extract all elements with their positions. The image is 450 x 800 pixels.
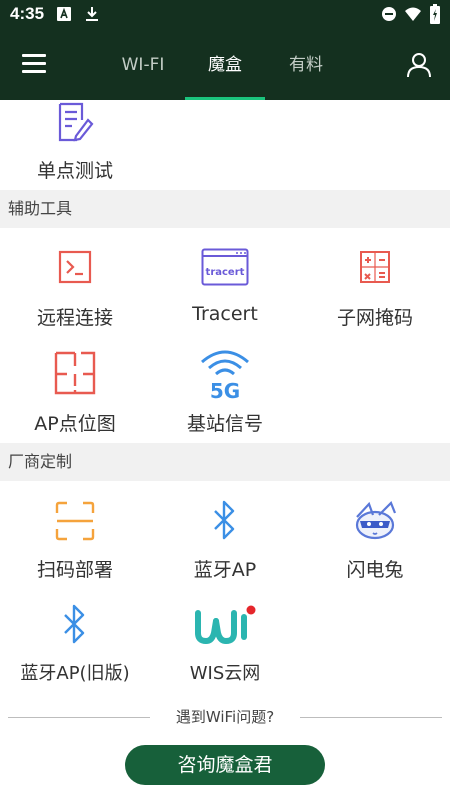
divider-right [300, 717, 442, 718]
tool-label: Tracert [192, 303, 258, 325]
tool-ap-floor-plan[interactable]: AP点位图 [0, 332, 150, 436]
tool-subnet-mask[interactable]: 子网掩码 [300, 228, 450, 332]
battery-charging-icon [430, 4, 440, 24]
menu-button[interactable] [22, 54, 48, 74]
tab-wifi[interactable]: WI-FI [110, 30, 176, 100]
download-icon [86, 7, 98, 21]
wis-logo-icon [195, 605, 256, 645]
tab-youliao[interactable]: 有料 [275, 30, 337, 100]
tab-youliao-label: 有料 [289, 55, 323, 75]
app-bar: WI-FI 魔盒 有料 [0, 30, 450, 100]
tool-label: AP点位图 [34, 413, 116, 435]
tool-tracert[interactable]: tracert Tracert [150, 228, 300, 332]
tool-label: 扫码部署 [36, 559, 113, 581]
consult-button[interactable]: 咨询魔盒君 [125, 745, 325, 785]
tool-wis-cloud[interactable]: WIS云网 [150, 585, 300, 689]
floor-plan-icon [54, 351, 96, 395]
5g-signal-icon: 5G [201, 350, 249, 402]
5g-icon-text: 5G [210, 379, 240, 402]
help-footer: 遇到WiFi问题? 咨询魔盒君 [0, 690, 450, 800]
tool-label: 蓝牙AP(旧版) [20, 663, 130, 684]
status-bar: 4:35 [0, 0, 450, 30]
tool-label: 蓝牙AP [193, 559, 257, 581]
tool-lightning-rabbit[interactable]: 闪电兔 [300, 481, 450, 585]
tool-label: 远程连接 [36, 307, 113, 329]
document-edit-icon [58, 102, 94, 142]
tool-label: WIS云网 [189, 663, 261, 684]
dnd-icon [382, 7, 396, 21]
tab-mohe-label: 魔盒 [208, 55, 242, 75]
status-time: 4:35 [10, 4, 45, 23]
tool-remote-connect[interactable]: 远程连接 [0, 228, 150, 332]
tab-wifi-label: WI-FI [121, 55, 165, 75]
bluetooth-icon [64, 604, 85, 644]
tool-label: 单点测试 [36, 160, 113, 182]
scan-frame-icon [55, 501, 95, 541]
tool-bluetooth-ap[interactable]: 蓝牙AP [150, 481, 300, 585]
bluetooth-icon [214, 500, 235, 540]
tools-content: 单点测试 辅助工具 远程连接 tracert Tracert 子网掩码 AP点位… [0, 100, 450, 690]
tracert-icon-text: tracert [206, 267, 245, 278]
calculator-icon [360, 251, 390, 283]
tool-base-station-signal[interactable]: 5G 基站信号 [150, 332, 300, 436]
wifi-status-icon [405, 7, 421, 21]
tracert-icon: tracert [201, 248, 249, 286]
section-header-vendor-custom: 厂商定制 [0, 443, 450, 481]
tool-label: 基站信号 [186, 413, 263, 435]
tool-scan-deploy[interactable]: 扫码部署 [0, 481, 150, 585]
tab-mohe[interactable]: 魔盒 [185, 30, 265, 100]
tool-label: 子网掩码 [336, 307, 413, 329]
tool-single-point-test[interactable]: 单点测试 [0, 100, 150, 188]
tool-label: 闪电兔 [346, 559, 404, 581]
notification-a-icon [57, 7, 71, 21]
tool-bluetooth-ap-legacy[interactable]: 蓝牙AP(旧版) [0, 585, 150, 689]
terminal-icon [58, 250, 92, 284]
section-header-aux-tools: 辅助工具 [0, 190, 450, 228]
lightning-rabbit-icon [355, 501, 397, 540]
user-profile-icon[interactable] [406, 52, 432, 78]
